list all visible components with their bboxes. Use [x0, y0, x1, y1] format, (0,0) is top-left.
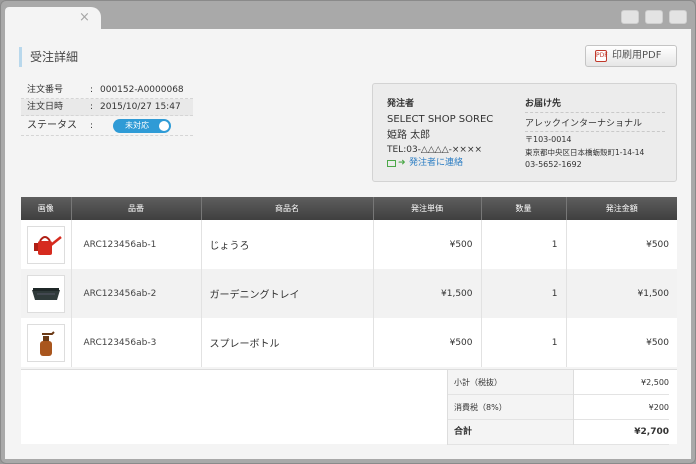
sender-tel: TEL:03-△△△△-×××× — [387, 145, 483, 155]
item-qty: 1 — [481, 269, 567, 318]
item-price: ¥500 — [373, 318, 482, 367]
subtotal-label: 小計（税抜） — [448, 370, 573, 395]
spray-bottle-icon[interactable] — [26, 323, 65, 362]
watering-can-icon[interactable] — [26, 225, 65, 264]
order-date-label: 注文日時 — [27, 102, 64, 112]
order-meta: 注文番号 : 000152-A0000068 注文日時 : 2015/10/27… — [21, 82, 193, 136]
order-items-table: 画像 品番 商品名 発注単価 数量 発注金額 ARC123456ab-1 じょう… — [21, 197, 677, 367]
item-amount: ¥500 — [646, 337, 669, 348]
item-name: スプレーボトル — [201, 318, 374, 367]
app-window: × 受注詳細 PDF 印刷用PDF 注文番号 : 000152-A0000068… — [0, 0, 696, 464]
table-row: ARC123456ab-2 ガーデニングトレイ ¥1,500 1 ¥1,500 — [21, 269, 677, 318]
destination-phone: 03-5652-1692 — [525, 160, 582, 169]
item-code: ARC123456ab-2 — [71, 269, 202, 318]
separator: : — [90, 121, 94, 131]
order-summary: 小計（税抜） 消費税（8%） 合計 ¥2,500 ¥200 ¥2,700 — [21, 369, 677, 445]
status-toggle-text: 未対応 — [125, 121, 149, 130]
garden-tray-icon[interactable] — [26, 274, 65, 313]
table-row: ARC123456ab-1 じょうろ ¥500 1 ¥500 — [21, 220, 677, 269]
item-code: ARC123456ab-3 — [71, 318, 202, 367]
browser-tab[interactable]: × — [5, 7, 101, 31]
pdf-icon: PDF — [595, 50, 608, 62]
destination-block: お届け先 アレックインターナショナル 〒103-0014 東京都中央区日本橋蛎殻… — [525, 96, 665, 169]
title-bar: × — [1, 1, 695, 31]
sender-shop: SELECT SHOP SOREC — [387, 114, 494, 125]
image-cell — [21, 269, 72, 318]
sender-person: 姫路 太郎 — [387, 130, 431, 141]
total-value: ¥2,700 — [574, 420, 669, 445]
status-label: ステータス — [27, 120, 77, 131]
contact-sender-link[interactable]: ➜ 発注者に連絡 — [387, 158, 507, 170]
sender-heading: 発注者 — [387, 99, 415, 109]
separator: : — [90, 85, 94, 95]
column-header: 発注単価 — [373, 197, 482, 220]
column-header: 商品名 — [201, 197, 374, 220]
item-amount: ¥1,500 — [566, 269, 677, 318]
order-number-row: 注文番号 : 000152-A0000068 — [21, 82, 193, 99]
item-qty: 1 — [481, 220, 567, 269]
sender-block: 発注者 SELECT SHOP SOREC 姫路 太郎 TEL:03-△△△△-… — [387, 96, 507, 170]
page-title: 受注詳細 — [19, 47, 78, 67]
print-pdf-label: 印刷用PDF — [612, 50, 662, 61]
destination-address: 東京都中央区日本橋蛎殻町1-14-14 — [525, 148, 645, 157]
contact-sender-label: 発注者に連絡 — [409, 158, 464, 168]
total-label: 合計 — [448, 420, 573, 445]
item-name: ガーデニングトレイ — [201, 269, 374, 318]
item-qty: 1 — [481, 318, 567, 367]
status-toggle[interactable]: 未対応 — [113, 119, 171, 133]
status-row: ステータス : 未対応 — [21, 116, 193, 136]
image-cell — [21, 220, 72, 269]
summary-labels: 小計（税抜） 消費税（8%） 合計 — [447, 370, 573, 445]
separator: : — [90, 102, 94, 112]
summary-values: ¥2,500 ¥200 ¥2,700 — [573, 370, 677, 445]
order-number-value: 000152-A0000068 — [100, 85, 184, 95]
column-header: 発注金額 — [566, 197, 677, 220]
print-pdf-button[interactable]: PDF 印刷用PDF — [585, 45, 677, 67]
item-price: ¥1,500 — [373, 269, 482, 318]
column-header: 数量 — [481, 197, 567, 220]
item-code: ARC123456ab-1 — [71, 220, 202, 269]
item-name: じょうろ — [201, 220, 374, 269]
column-header: 画像 — [21, 197, 72, 220]
destination-postal: 〒103-0014 — [525, 135, 572, 144]
table-header-row: 画像 品番 商品名 発注単価 数量 発注金額 — [21, 197, 677, 220]
image-cell — [21, 318, 72, 367]
item-amount: ¥500 — [646, 239, 669, 250]
mail-icon — [387, 160, 396, 167]
maximize-button[interactable] — [645, 10, 663, 24]
order-number-label: 注文番号 — [27, 85, 64, 95]
subtotal-value: ¥2,500 — [574, 370, 669, 395]
destination-name: アレックインターナショナル — [525, 116, 665, 132]
minimize-button[interactable] — [621, 10, 639, 24]
order-date-row: 注文日時 : 2015/10/27 15:47 — [21, 99, 193, 116]
close-window-button[interactable] — [669, 10, 687, 24]
tab-close-icon[interactable]: × — [79, 10, 90, 26]
table-row: ARC123456ab-3 スプレーボトル ¥500 1 ¥500 — [21, 318, 677, 367]
party-info-panel: 発注者 SELECT SHOP SOREC 姫路 太郎 TEL:03-△△△△-… — [372, 83, 677, 182]
tax-value: ¥200 — [574, 395, 669, 420]
main-content: 受注詳細 PDF 印刷用PDF 注文番号 : 000152-A0000068 注… — [5, 29, 691, 459]
arrow-right-icon: ➜ — [398, 158, 406, 168]
tax-label: 消費税（8%） — [448, 395, 573, 420]
toggle-knob — [159, 121, 169, 131]
item-price: ¥500 — [373, 220, 482, 269]
column-header: 品番 — [71, 197, 202, 220]
destination-heading: お届け先 — [525, 96, 665, 113]
order-date-value: 2015/10/27 15:47 — [100, 102, 181, 112]
